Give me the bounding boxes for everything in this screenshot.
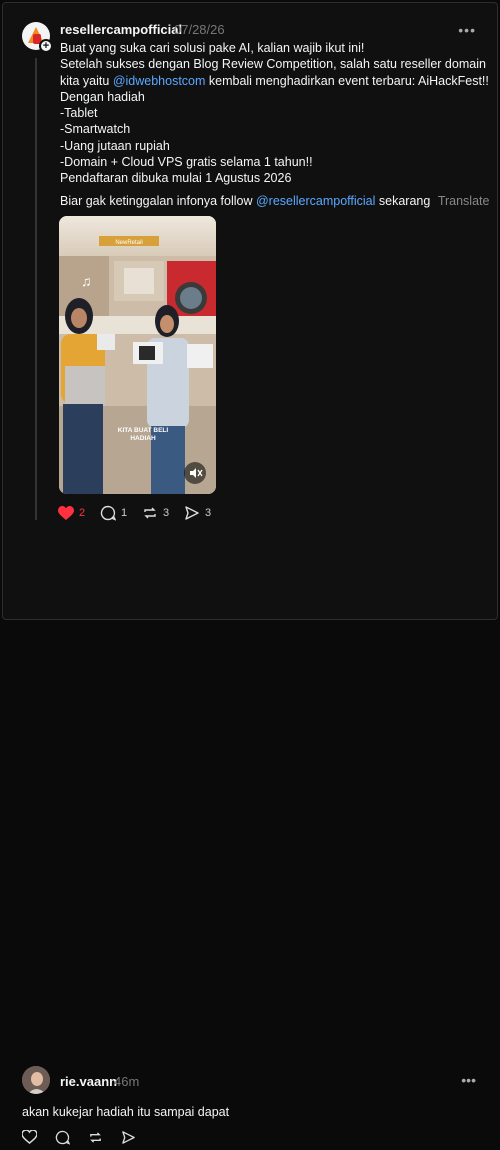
post-username[interactable]: resellercampofficial [60, 22, 182, 37]
music-note-icon: ♫ [81, 273, 92, 289]
mute-icon[interactable] [184, 462, 206, 484]
heart-icon [58, 505, 74, 520]
post-line: Dengan hadiah [60, 89, 145, 104]
post-photo[interactable]: NewRetail ♫ KITA BUAT BELI HADIAH [59, 216, 216, 494]
post-line: -Tablet [60, 106, 98, 121]
heart-icon[interactable] [21, 1129, 38, 1149]
post-body: Buat yang suka cari solusi pake AI, kali… [60, 40, 489, 187]
like-count: 2 [79, 507, 86, 519]
follow-prefix: Biar gak ketinggalan infonya follow [60, 194, 256, 208]
thread-line [35, 58, 37, 520]
send-icon [185, 506, 199, 520]
follow-line: Biar gak ketinggalan infonya follow @res… [60, 194, 489, 208]
like-button[interactable]: 2 [58, 504, 85, 522]
repost-icon[interactable] [88, 1130, 103, 1150]
avatar[interactable] [22, 1066, 50, 1094]
send-icon[interactable] [121, 1130, 136, 1150]
comment-icon [100, 505, 116, 521]
follow-mention-link[interactable]: @resellercampofficial [256, 194, 375, 208]
video-caption: HADIAH [130, 435, 156, 442]
post-line-text: kembali menghadirkan event terbaru: AiHa… [205, 73, 489, 88]
store-photo-illustration: NewRetail ♫ KITA BUAT BELI HADIAH [59, 216, 216, 494]
post-line: -Smartwatch [60, 122, 131, 137]
share-count: 3 [205, 507, 212, 519]
post-line: Buat yang suka cari solusi pake AI, kali… [60, 41, 365, 55]
post-timestamp[interactable]: 07/28/26 [174, 22, 225, 37]
store-sign: NewRetail [115, 240, 142, 246]
share-button[interactable]: 3 [184, 504, 211, 522]
post: + resellercampofficial 07/28/26 ••• Buat… [0, 0, 500, 530]
reply-item: rie.vaann 46m ••• akan kukejar hadiah it… [0, 530, 500, 1145]
reply-timestamp[interactable]: 46m [114, 1074, 139, 1089]
translate-link[interactable]: Translate [438, 194, 490, 208]
post-line-text: kita yaitu [60, 73, 113, 88]
post-line: -Domain + Cloud VPS gratis selama 1 tahu… [60, 155, 313, 170]
repost-icon [144, 507, 156, 519]
follow-suffix: sekarang [375, 194, 431, 208]
post-line: kita yaitu @idwebhostcom kembali menghad… [60, 73, 489, 89]
reply-text: akan kukejar hadiah itu sampai dapat [22, 1105, 230, 1119]
follow-plus-icon[interactable]: + [39, 39, 53, 53]
more-options-icon[interactable]: ••• [461, 1072, 476, 1088]
repost-button[interactable]: 3 [142, 504, 169, 522]
video-caption: KITA BUAT BELI [118, 427, 169, 434]
post-line: -Uang jutaan rupiah [60, 138, 170, 153]
repost-count: 3 [163, 507, 170, 519]
mention-link[interactable]: @idwebhostcom [113, 74, 206, 88]
reply-count: 1 [121, 507, 128, 519]
reply-username[interactable]: rie.vaann [60, 1074, 117, 1089]
post-line: Setelah sukses dengan Blog Review Compet… [60, 57, 486, 72]
post-line: Pendaftaran dibuka mulai 1 Agustus 2026 [60, 171, 292, 186]
more-options-icon[interactable]: ••• [458, 22, 476, 38]
comment-icon[interactable] [55, 1130, 71, 1150]
reply-button[interactable]: 1 [100, 504, 127, 522]
